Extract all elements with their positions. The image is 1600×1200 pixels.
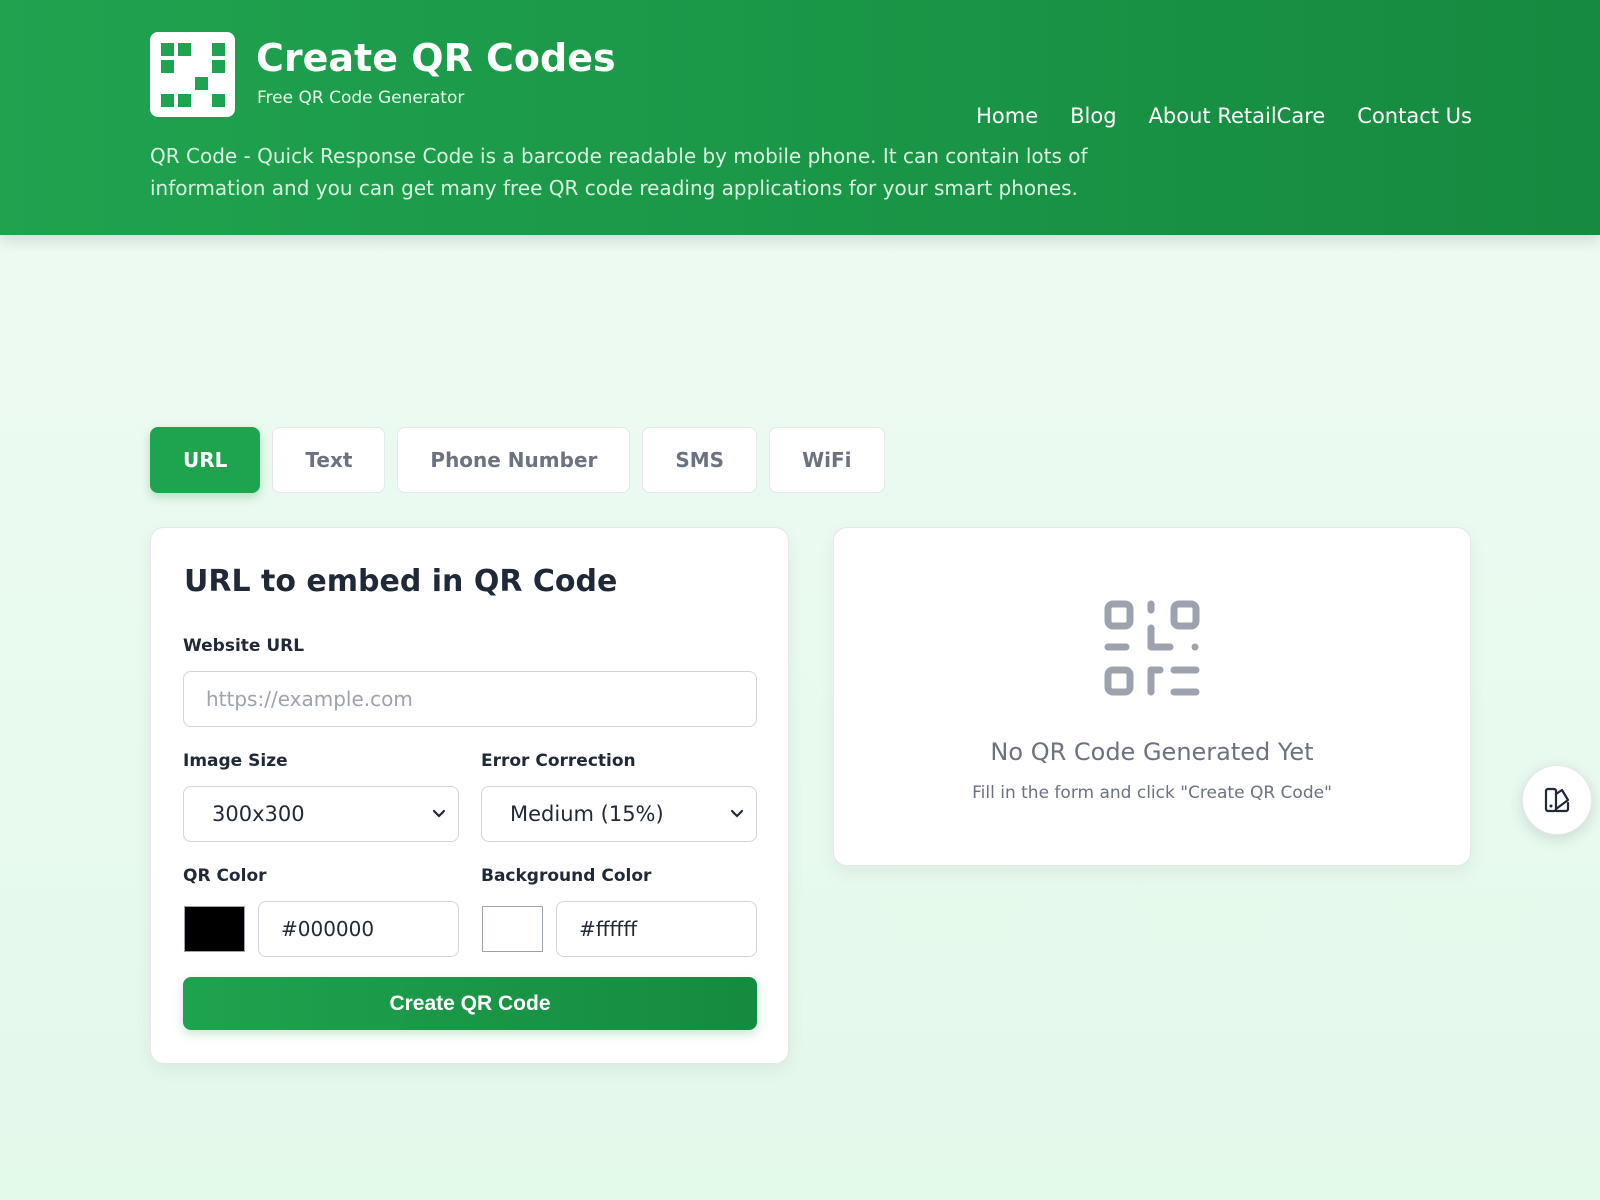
error-correction-label: Error Correction [481, 751, 636, 771]
nav-link-home[interactable]: Home [976, 104, 1038, 128]
image-size-value: 300x300 [212, 802, 305, 826]
tab-wifi[interactable]: WiFi [769, 427, 885, 493]
chevron-down-icon [432, 809, 446, 818]
qr-preview-card: No QR Code Generated Yet Fill in the for… [833, 527, 1471, 866]
qr-form-card: URL to embed in QR Code Website URL Imag… [150, 527, 789, 1064]
site-tagline: QR Code - Quick Response Code is a barco… [150, 144, 1088, 200]
form-title: URL to embed in QR Code [184, 564, 618, 599]
website-url-label: Website URL [183, 636, 305, 656]
tab-phone-number[interactable]: Phone Number [397, 427, 631, 493]
nav-link-blog[interactable]: Blog [1070, 104, 1116, 128]
tab-url[interactable]: URL [150, 427, 261, 493]
site-header: Create QR Codes Free QR Code Generator H… [0, 0, 1600, 235]
image-size-label: Image Size [183, 751, 288, 771]
site-subtitle: Free QR Code Generator [257, 88, 465, 108]
background-color-swatch[interactable] [482, 906, 543, 952]
main-nav: Home Blog About RetailCare Contact Us [976, 104, 1472, 128]
website-url-input[interactable] [183, 671, 757, 727]
qr-color-label: QR Color [183, 866, 267, 886]
qr-type-tabs: URL Text Phone Number SMS WiFi [150, 427, 885, 493]
palette-icon [1544, 787, 1570, 813]
nav-link-contact[interactable]: Contact Us [1357, 104, 1472, 128]
qr-logo-icon [161, 43, 225, 107]
empty-state-subtitle: Fill in the form and click "Create QR Co… [972, 783, 1332, 803]
chevron-down-icon [730, 809, 744, 818]
image-size-select[interactable]: 300x300 [183, 786, 459, 842]
nav-link-about[interactable]: About RetailCare [1149, 104, 1326, 128]
error-correction-value: Medium (15%) [510, 802, 664, 826]
empty-state-title: No QR Code Generated Yet [990, 738, 1314, 766]
create-qr-code-button[interactable]: Create QR Code [183, 977, 757, 1030]
tab-text[interactable]: Text [272, 427, 386, 493]
tab-sms[interactable]: SMS [642, 427, 758, 493]
site-title: Create QR Codes [256, 36, 616, 80]
background-color-label: Background Color [481, 866, 652, 886]
error-correction-select[interactable]: Medium (15%) [481, 786, 757, 842]
logo[interactable] [150, 32, 235, 117]
qr-code-placeholder-icon [1104, 600, 1200, 696]
background-color-input[interactable] [556, 901, 757, 957]
qr-color-swatch[interactable] [184, 906, 245, 952]
theme-toggle-button[interactable] [1522, 765, 1592, 835]
qr-color-input[interactable] [258, 901, 459, 957]
